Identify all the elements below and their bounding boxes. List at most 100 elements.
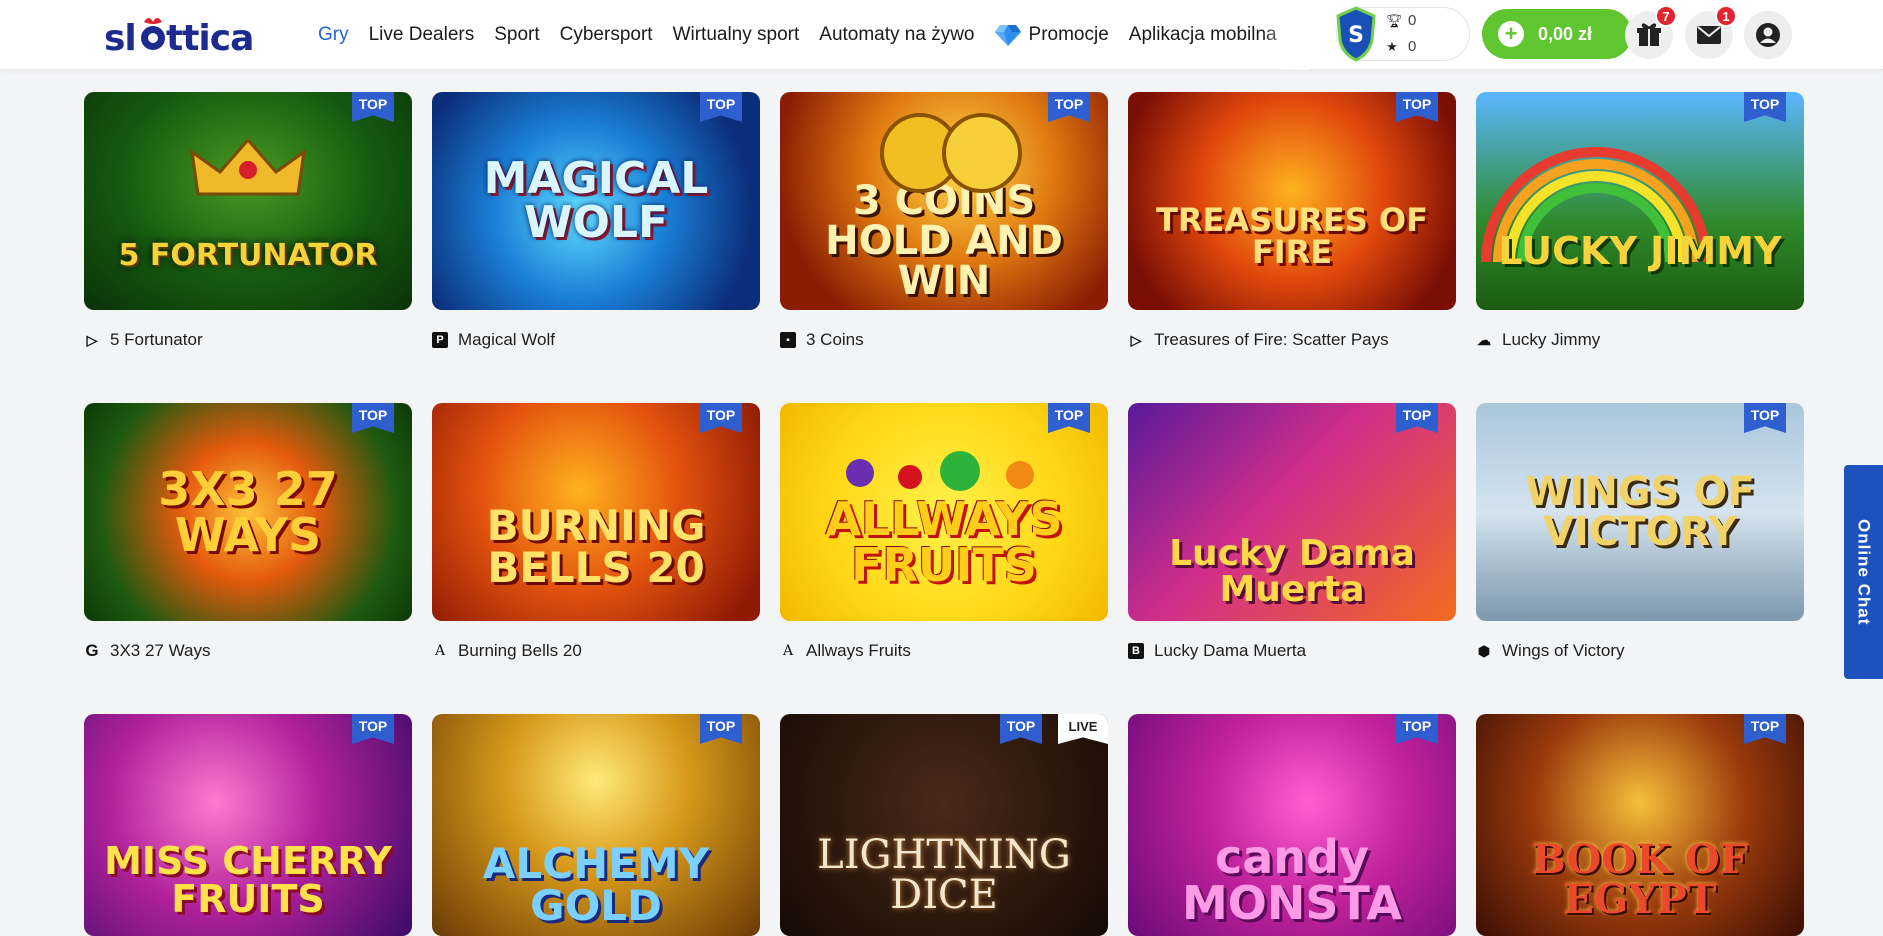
game-title-row: A Burning Bells 20 — [432, 639, 582, 663]
game-title[interactable]: Burning Bells 20 — [458, 641, 582, 661]
game-thumbnail[interactable]: MAGICAL WOLF TOP — [432, 92, 760, 310]
online-chat-tab[interactable]: Online Chat — [1844, 465, 1883, 679]
gifts-button[interactable]: 7 — [1625, 5, 1677, 59]
fruits-icon — [846, 451, 1034, 491]
star-count-row: ★ 0 — [1386, 38, 1416, 55]
game-title-row: B Lucky Dama Muerta — [1128, 639, 1306, 663]
messages-badge: 1 — [1715, 5, 1737, 27]
game-title[interactable]: Lucky Dama Muerta — [1154, 641, 1306, 661]
game-thumbnail[interactable]: WINGS OF VICTORY TOP — [1476, 403, 1804, 621]
crown-icon — [190, 137, 306, 196]
game-thumbnail[interactable]: candy MONSTA TOP — [1128, 714, 1456, 936]
game-art-text: candy MONSTA — [1182, 830, 1402, 930]
game-thumbnail[interactable]: LUCKY JIMMY TOP — [1476, 92, 1804, 310]
a-letter-icon: A — [782, 643, 794, 659]
nav-fade — [1260, 0, 1310, 70]
pin-icon: ⬢ — [1477, 642, 1491, 659]
game-thumbnail[interactable]: ALLWAYS FRUITS TOP — [780, 403, 1108, 621]
game-title-row: ▷ 5 Fortunator — [84, 328, 203, 352]
play-triangle-icon: ▷ — [86, 331, 98, 348]
nav-item-gry[interactable]: Gry — [308, 24, 359, 46]
nav-label: Wirtualny sport — [672, 24, 800, 45]
game-thumbnail[interactable]: BOOK OF EGYPT TOP — [1476, 714, 1804, 936]
svg-text:ttica: ttica — [166, 18, 253, 58]
nav-item-automaty-na-zywo[interactable]: Automaty na żywo — [809, 24, 984, 46]
game-art-text: BOOK OF EGYPT — [1531, 836, 1749, 923]
p-square-icon: P — [432, 332, 448, 348]
shield-level-icon: S — [1336, 6, 1376, 62]
game-thumbnail[interactable]: 5 FORTUNATOR TOP — [84, 92, 412, 310]
deposit-balance-button[interactable]: + 0,00 zł — [1482, 9, 1632, 59]
nav-item-cybersport[interactable]: Cybersport — [550, 24, 663, 46]
game-thumbnail[interactable]: 3 COINS HOLD AND WIN TOP — [780, 92, 1108, 310]
game-title[interactable]: Wings of Victory — [1502, 641, 1625, 661]
game-title[interactable]: 5 Fortunator — [110, 330, 203, 350]
star-icon: ★ — [1386, 38, 1398, 54]
game-thumbnail[interactable]: MISS CHERRY FRUITS TOP — [84, 714, 412, 936]
main-nav: Gry Live Dealers Sport Cybersport Wirtua… — [308, 0, 1308, 70]
account-button[interactable] — [1744, 11, 1792, 59]
nav-item-sport[interactable]: Sport — [484, 24, 549, 46]
game-thumbnail[interactable]: 3X3 27 WAYS TOP — [84, 403, 412, 621]
nav-label: Gry — [318, 24, 349, 45]
trophy-icon: 🏆︎ — [1386, 12, 1403, 28]
game-title-row: ☁ Lucky Jimmy — [1476, 328, 1600, 352]
svg-text:S: S — [1348, 23, 1364, 48]
nav-label: Live Dealers — [368, 24, 475, 45]
top-header: sl ttica Gry Live Dealers Sport Cyberspo… — [0, 0, 1883, 70]
game-art-text: ALCHEMY GOLD — [482, 839, 710, 930]
gifts-badge: 7 — [1655, 5, 1677, 27]
game-art-text: LIGHTNING DICE — [817, 832, 1071, 918]
logo-wordmark: sl ttica — [104, 18, 254, 58]
game-title-row: ▪ 3 Coins — [780, 328, 864, 352]
game-title-row: ▷ Treasures of Fire: Scatter Pays — [1128, 328, 1389, 352]
game-thumbnail[interactable]: TREASURES OF FIRE TOP — [1128, 92, 1456, 310]
game-title[interactable]: Lucky Jimmy — [1502, 330, 1600, 350]
online-chat-label: Online Chat — [1854, 518, 1874, 626]
nav-item-live-dealers[interactable]: Live Dealers — [359, 24, 485, 46]
envelope-icon — [1697, 26, 1721, 44]
game-art-text: MAGICAL WOLF — [483, 153, 709, 248]
nav-label: Promocje — [1028, 24, 1109, 45]
star-count: 0 — [1408, 38, 1417, 55]
nav-label: Cybersport — [559, 24, 653, 45]
game-title[interactable]: Magical Wolf — [458, 330, 555, 350]
messages-button[interactable]: 1 — [1685, 5, 1737, 59]
game-title-row: A Allways Fruits — [780, 639, 911, 663]
game-art-text: ALLWAYS FRUITS — [825, 492, 1063, 592]
game-art-text: MISS CHERRY FRUITS — [104, 839, 392, 921]
nav-item-wirtualny-sport[interactable]: Wirtualny sport — [663, 24, 810, 46]
game-thumbnail[interactable]: Lucky Dama Muerta TOP — [1128, 403, 1456, 621]
game-title[interactable]: 3X3 27 Ways — [110, 641, 210, 661]
play-triangle-icon: ▷ — [1130, 331, 1142, 348]
game-art-text: BURNING BELLS 20 — [486, 501, 706, 592]
nav-label: Automaty na żywo — [819, 24, 975, 45]
svg-text:sl: sl — [104, 18, 136, 58]
slottica-logo[interactable]: sl ttica — [104, 14, 269, 58]
balance-amount: 0,00 zł — [1538, 23, 1593, 44]
game-art-text: Lucky Dama Muerta — [1169, 533, 1415, 610]
cloud-icon: ☁ — [1477, 331, 1491, 348]
b-square-icon: B — [1128, 643, 1144, 659]
game-title[interactable]: Treasures of Fire: Scatter Pays — [1154, 330, 1389, 350]
game-thumbnail[interactable]: BURNING BELLS 20 TOP — [432, 403, 760, 621]
game-title-row: G 3X3 27 Ways — [84, 639, 210, 663]
phone-icon: ▪ — [780, 332, 796, 348]
game-art-text: 3X3 27 WAYS — [158, 462, 338, 562]
game-thumbnail[interactable]: ALCHEMY GOLD TOP — [432, 714, 760, 936]
game-thumbnail[interactable]: LIGHTNING DICE TOP LIVE — [780, 714, 1108, 936]
gift-icon — [1637, 23, 1661, 46]
nav-label: Aplikacja mobilna — [1128, 24, 1277, 45]
a-letter-icon: A — [434, 643, 446, 659]
diamond-icon — [994, 25, 1021, 46]
g-letter-icon: G — [85, 641, 99, 660]
game-title-row: ⬢ Wings of Victory — [1476, 639, 1625, 663]
nav-item-promocje[interactable]: Promocje — [985, 23, 1119, 47]
game-art-text: TREASURES OF FIRE — [1156, 201, 1428, 271]
game-art-text: LUCKY JIMMY — [1498, 229, 1782, 273]
game-title[interactable]: 3 Coins — [806, 330, 864, 350]
plus-icon: + — [1498, 21, 1524, 47]
trophy-count: 0 — [1408, 12, 1417, 29]
game-title[interactable]: Allways Fruits — [806, 641, 911, 661]
game-art-text: WINGS OF VICTORY — [1525, 469, 1755, 555]
